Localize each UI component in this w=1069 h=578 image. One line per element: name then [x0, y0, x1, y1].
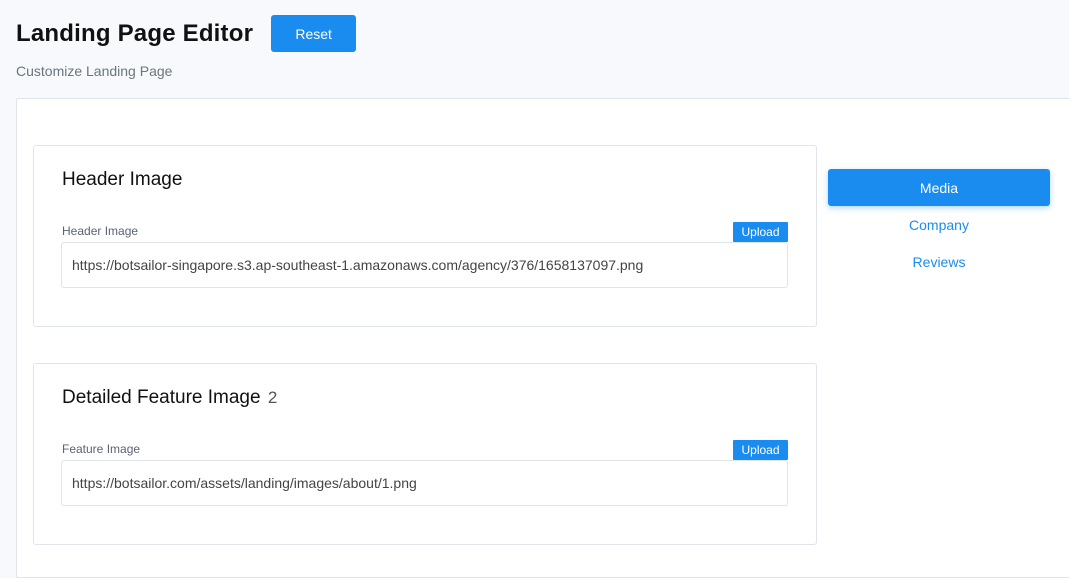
header-image-url-input[interactable]	[61, 242, 788, 288]
feature-image-label: Feature Image	[62, 442, 141, 456]
nav-item-company[interactable]: Company	[828, 206, 1050, 243]
reset-button[interactable]: Reset	[271, 15, 357, 52]
card-title-text: Header Image	[62, 169, 183, 190]
nav-item-reviews[interactable]: Reviews	[828, 243, 1050, 280]
feature-image-card: Detailed Feature Image 2 Feature Image U…	[33, 363, 817, 545]
nav-item-media[interactable]: Media	[828, 169, 1050, 206]
page-subtitle: Customize Landing Page	[16, 63, 173, 79]
editor-panel: Header Image Header Image Upload Detaile…	[16, 98, 1069, 578]
header-image-label: Header Image	[62, 224, 139, 238]
card-title-text: Detailed Feature Image	[62, 387, 261, 408]
side-nav: Media Company Reviews	[828, 169, 1050, 280]
card-title: Detailed Feature Image 2	[62, 387, 277, 409]
feature-image-url-input[interactable]	[61, 460, 788, 506]
feature-image-upload-button[interactable]: Upload	[733, 440, 788, 460]
header-image-upload-button[interactable]: Upload	[733, 222, 788, 242]
page-title: Landing Page Editor	[16, 19, 254, 47]
card-title-suffix: 2	[267, 388, 278, 407]
header-image-card: Header Image Header Image Upload	[33, 145, 817, 327]
card-title: Header Image	[62, 169, 184, 191]
page-header: Landing Page Editor Reset	[16, 15, 357, 52]
